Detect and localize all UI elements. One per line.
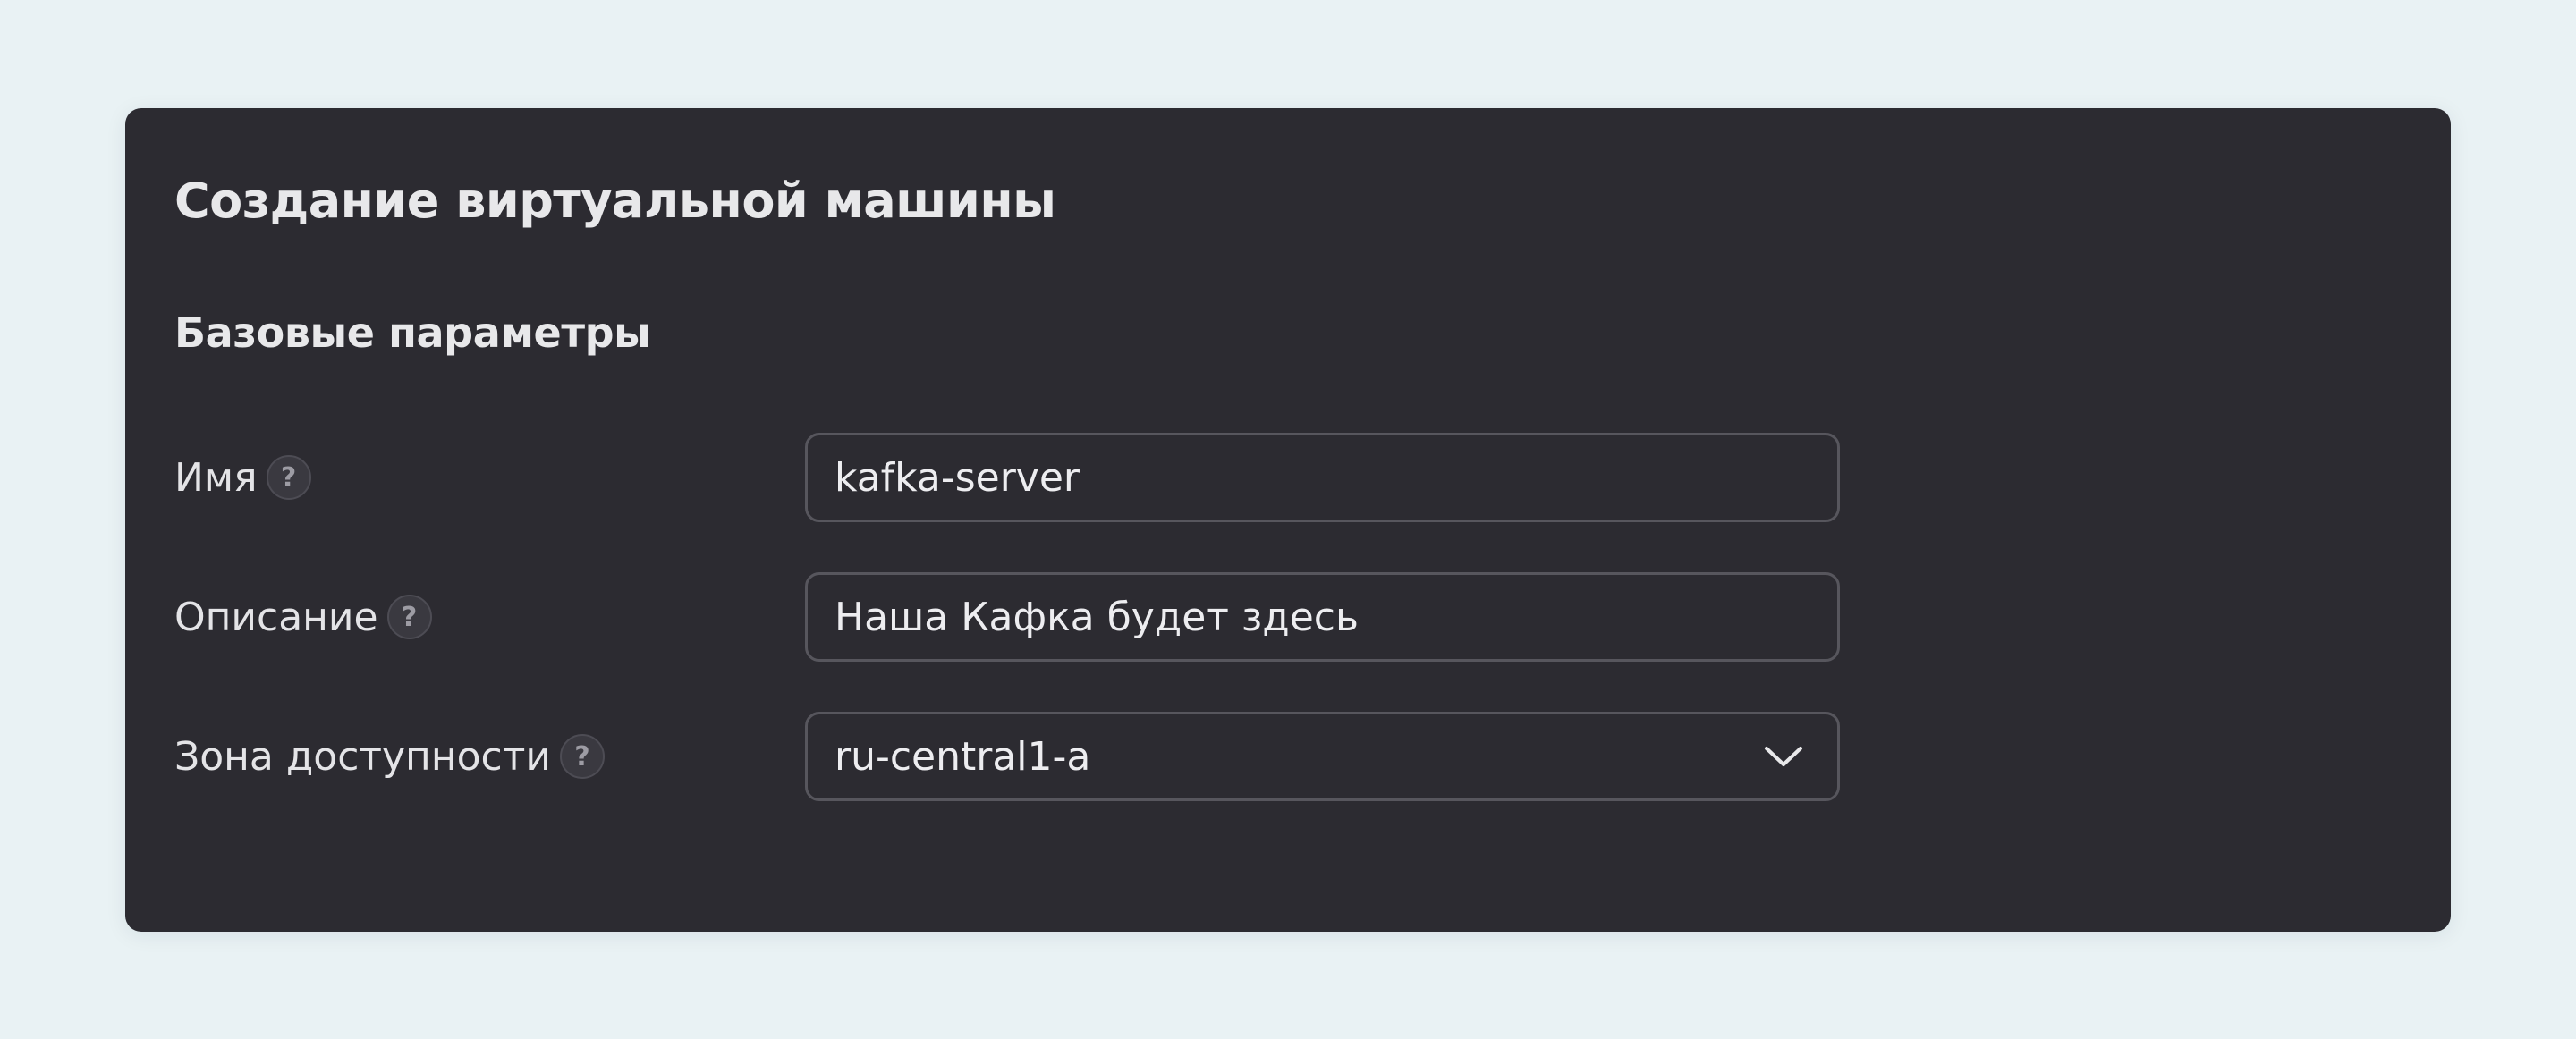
name-input[interactable] bbox=[835, 454, 1810, 501]
create-vm-card: Создание виртуальной машины Базовые пара… bbox=[125, 108, 2451, 932]
zone-select[interactable]: ru-central1-a bbox=[805, 712, 1840, 801]
question-icon[interactable]: ? bbox=[386, 595, 432, 639]
question-icon[interactable]: ? bbox=[266, 455, 311, 500]
page-title: Создание виртуальной машины bbox=[174, 173, 1056, 229]
form-row-description: Описание ? bbox=[125, 572, 2451, 662]
zone-label: Зона доступности bbox=[174, 733, 551, 780]
name-label-group: Имя ? bbox=[174, 433, 311, 522]
description-label: Описание bbox=[174, 594, 378, 640]
zone-label-group: Зона доступности ? bbox=[174, 712, 605, 801]
name-label: Имя bbox=[174, 454, 258, 501]
description-input[interactable] bbox=[835, 594, 1810, 640]
form-row-name: Имя ? bbox=[125, 433, 2451, 522]
chevron-down-icon bbox=[1762, 735, 1805, 778]
section-title-basic-parameters: Базовые параметры bbox=[174, 308, 651, 357]
name-field bbox=[805, 433, 1840, 522]
zone-select-value: ru-central1-a bbox=[835, 733, 1091, 780]
description-field bbox=[805, 572, 1840, 662]
question-icon[interactable]: ? bbox=[559, 734, 605, 779]
form-row-availability-zone: Зона доступности ? ru-central1-a bbox=[125, 712, 2451, 801]
description-label-group: Описание ? bbox=[174, 572, 432, 662]
